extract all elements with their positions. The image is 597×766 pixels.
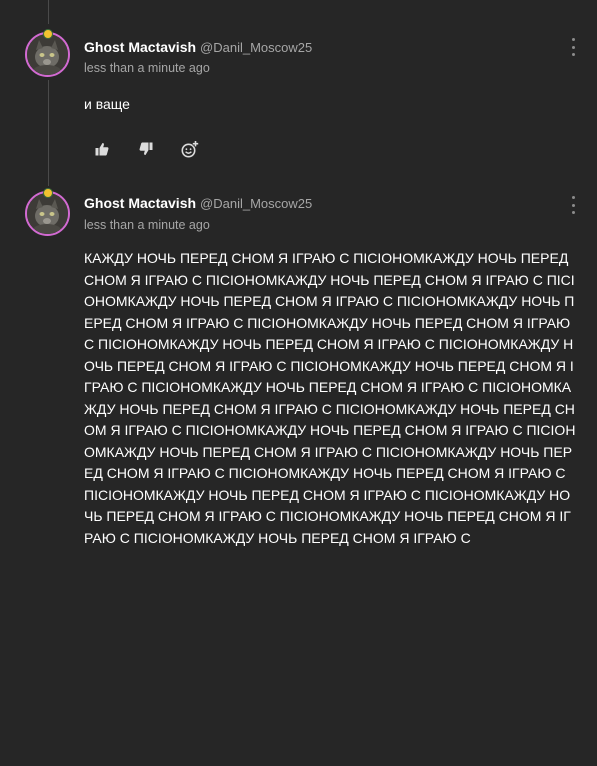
comments-page: Ghost Mactavish @Danil_Moscow25 less tha… (0, 0, 597, 766)
dot-icon (571, 53, 575, 56)
cat-avatar-icon (27, 34, 68, 75)
more-options-button[interactable] (567, 196, 579, 214)
timestamp: less than a minute ago (84, 61, 210, 75)
thumbs-up-icon (95, 143, 109, 156)
author-name[interactable]: Ghost Mactavish (84, 195, 196, 211)
comment-body: КАЖДУ НОЧЬ ПЕРЕД СНОМ Я ІГРАЮ С ПІСІОНОМ… (84, 250, 576, 546)
badge-icon (43, 188, 53, 198)
comment-header: Ghost Mactavish @Danil_Moscow25 (84, 195, 312, 211)
like-button[interactable] (93, 140, 111, 158)
timestamp: less than a minute ago (84, 218, 210, 232)
author-handle[interactable]: @Danil_Moscow25 (200, 196, 312, 211)
dot-icon (571, 45, 575, 49)
add-reaction-button[interactable] (181, 140, 199, 158)
add-reaction-icon (181, 140, 199, 158)
cat-avatar-icon (27, 193, 68, 234)
more-options-button[interactable] (567, 38, 579, 56)
comment: Ghost Mactavish @Danil_Moscow25 less tha… (0, 182, 597, 766)
author-name[interactable]: Ghost Mactavish (84, 39, 196, 55)
dislike-button[interactable] (137, 140, 155, 158)
dot-icon (571, 38, 575, 41)
comment: Ghost Mactavish @Danil_Moscow25 less tha… (0, 0, 597, 182)
comment-body: и ваще (84, 96, 130, 112)
dot-icon (571, 211, 575, 214)
dot-icon (571, 203, 575, 207)
dot-icon (571, 196, 575, 199)
thumbs-down-icon (139, 142, 153, 155)
author-handle[interactable]: @Danil_Moscow25 (200, 40, 312, 55)
comment-actions (93, 140, 225, 158)
comment-header: Ghost Mactavish @Danil_Moscow25 (84, 39, 312, 55)
badge-icon (43, 29, 53, 39)
